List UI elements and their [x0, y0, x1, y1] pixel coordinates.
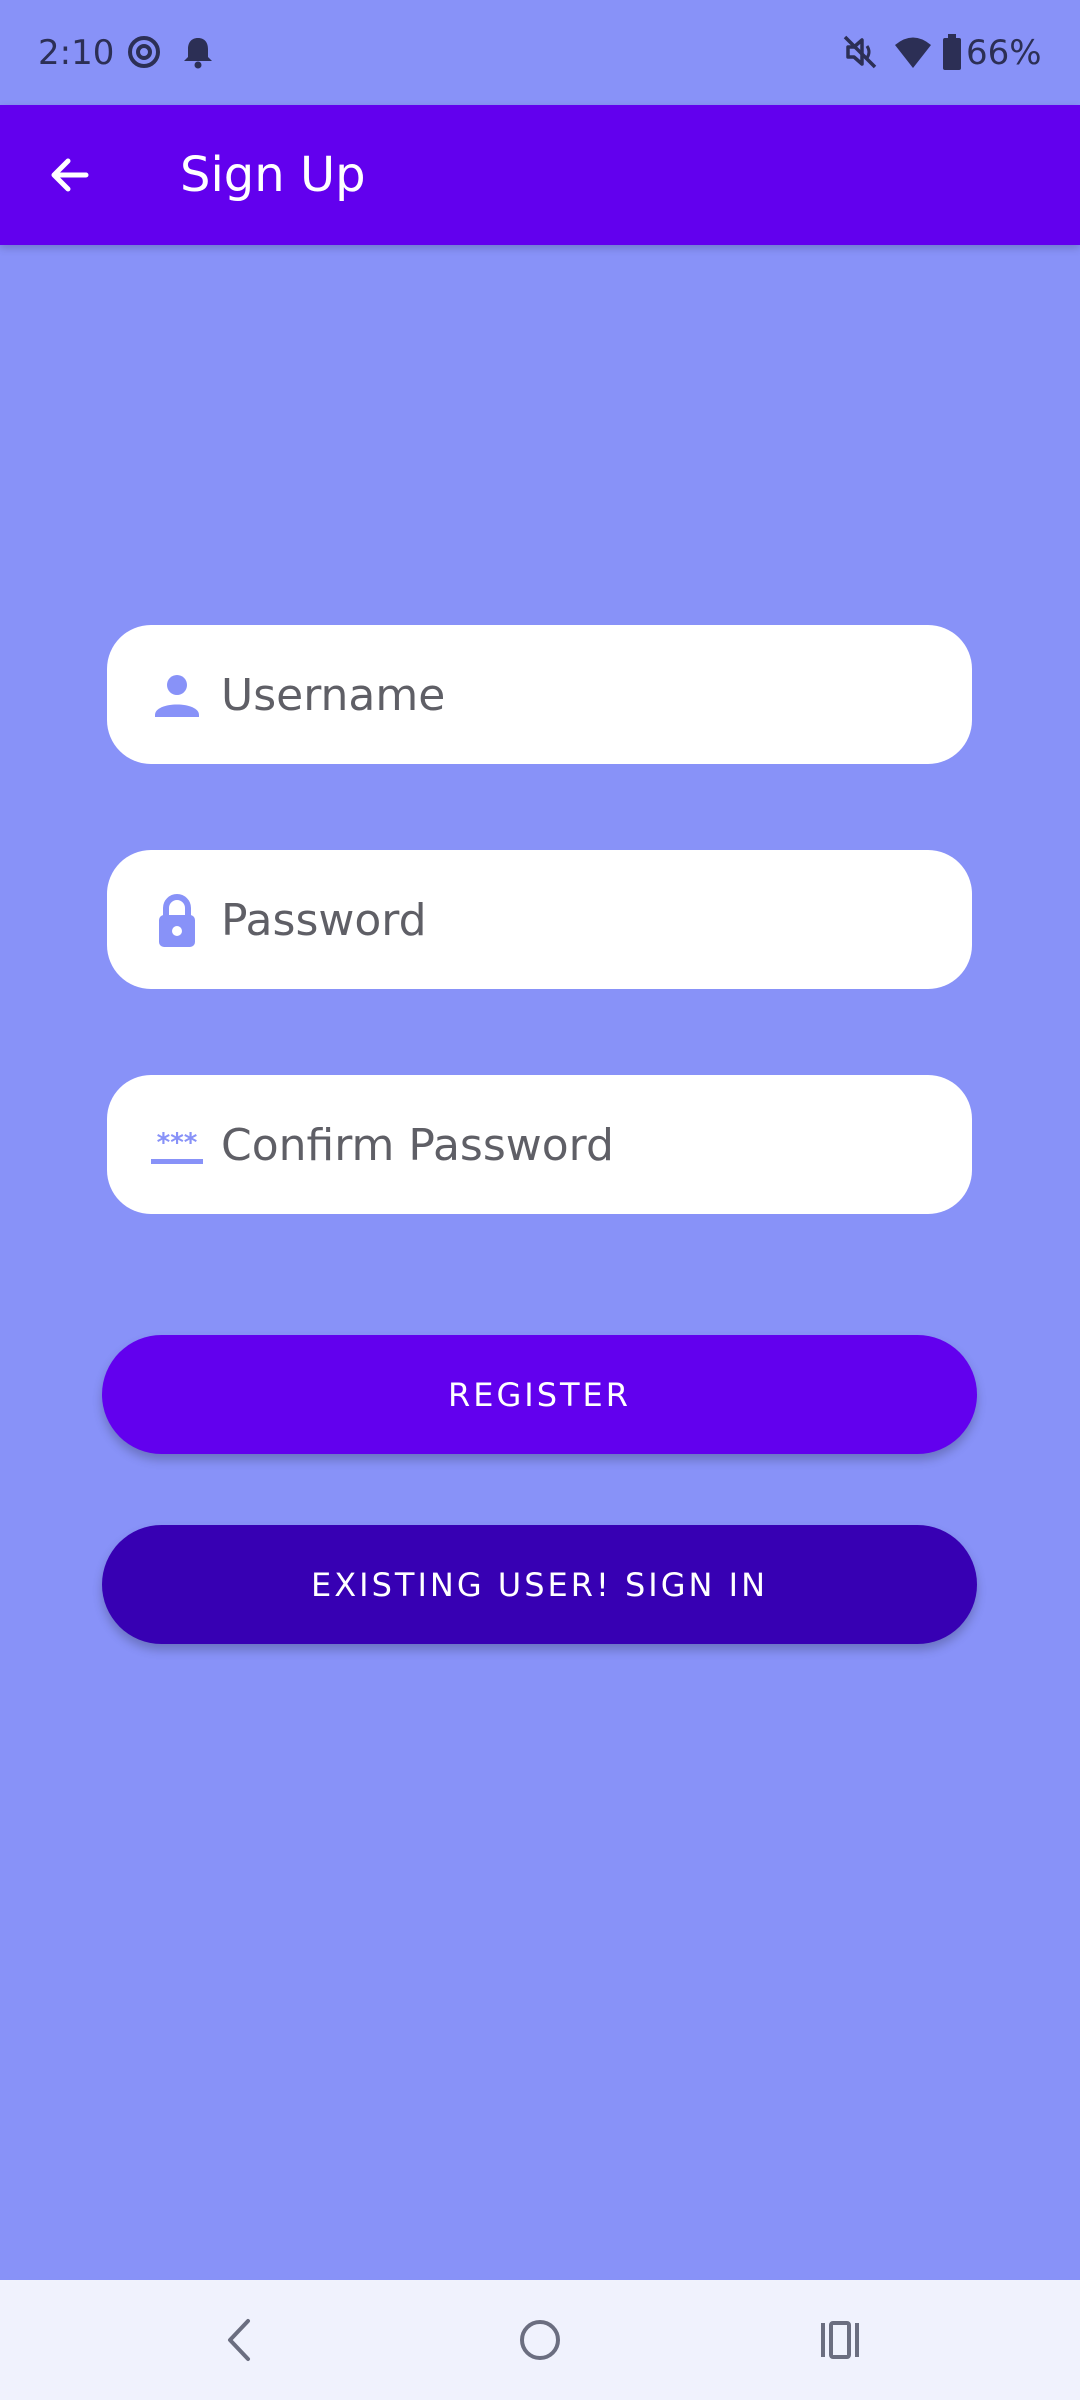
settings-icon [124, 32, 164, 72]
password-input[interactable] [221, 884, 921, 956]
confirm-password-field[interactable]: *** [107, 1075, 972, 1214]
status-time: 2:10 [38, 33, 115, 73]
svg-text:***: *** [157, 1128, 198, 1158]
battery-icon [940, 32, 964, 72]
confirm-password-input[interactable] [221, 1109, 921, 1181]
username-field[interactable] [107, 625, 972, 764]
lock-icon [147, 890, 207, 950]
page-title: Sign Up [180, 147, 366, 203]
nav-recents-button[interactable] [800, 2300, 880, 2380]
notification-bell-icon [178, 32, 218, 72]
status-bar: 2:10 66% [0, 0, 1080, 105]
username-input[interactable] [221, 659, 921, 731]
register-button[interactable]: REGISTER [102, 1335, 977, 1454]
back-button[interactable] [28, 133, 112, 217]
battery-percentage: 66% [966, 33, 1042, 73]
nav-home-button[interactable] [500, 2300, 580, 2380]
password-dots-icon: *** [147, 1115, 207, 1175]
sign-in-button[interactable]: EXISTING USER! SIGN IN [102, 1525, 977, 1644]
nav-back-button[interactable] [200, 2300, 280, 2380]
app-bar: Sign Up [0, 105, 1080, 245]
system-nav-bar [0, 2280, 1080, 2400]
nav-back-icon [228, 2319, 250, 2361]
nav-home-icon [520, 2320, 560, 2360]
person-icon [147, 665, 207, 725]
wifi-icon [893, 32, 933, 72]
register-button-label: REGISTER [448, 1375, 631, 1414]
nav-recents-icon [821, 2321, 859, 2359]
arrow-back-icon [51, 158, 89, 192]
mute-icon [840, 32, 880, 72]
password-field[interactable] [107, 850, 972, 989]
sign-in-button-label: EXISTING USER! SIGN IN [311, 1565, 768, 1604]
